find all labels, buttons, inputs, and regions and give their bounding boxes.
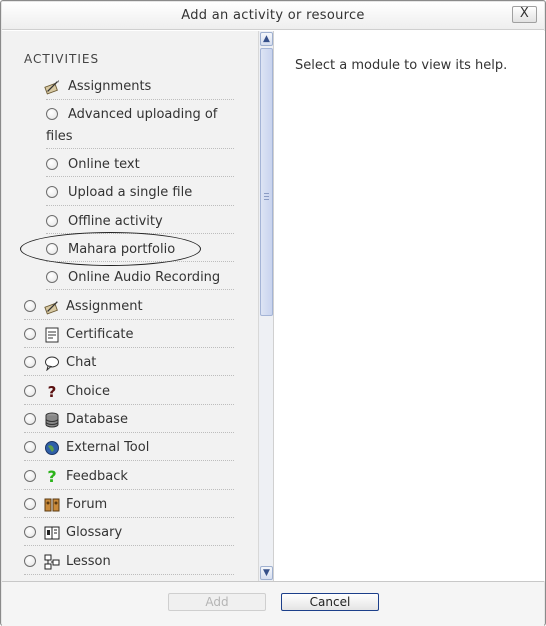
lesson-icon — [44, 554, 60, 570]
subtype-label-continued: files — [46, 129, 73, 144]
module-list-pane: ACTIVITIES Assignments Advanced uploadin… — [2, 31, 258, 581]
dialog-titlebar: Add an activity or resource X — [2, 2, 544, 30]
cancel-button[interactable]: Cancel — [281, 593, 379, 611]
radio-button[interactable] — [24, 441, 36, 453]
glossary-icon — [44, 526, 60, 540]
scroll-down-button[interactable]: ▼ — [260, 566, 273, 580]
separator — [46, 205, 234, 206]
module-label: External Tool — [66, 440, 150, 455]
radio-button[interactable] — [24, 328, 36, 340]
chevron-down-icon: ▼ — [263, 568, 270, 578]
radio-button[interactable] — [46, 186, 58, 198]
add-activity-dialog: Add an activity or resource X ACTIVITIES… — [0, 0, 546, 626]
radio-button[interactable] — [46, 158, 58, 170]
module-label: Assignment — [66, 299, 143, 314]
radio-button[interactable] — [24, 385, 36, 397]
chevron-up-icon: ▲ — [263, 34, 270, 44]
external-tool-icon — [45, 441, 59, 455]
module-label: Forum — [66, 497, 108, 512]
database-icon — [45, 412, 59, 428]
separator — [46, 148, 234, 149]
separator — [24, 319, 234, 320]
module-label: Certificate — [66, 327, 134, 342]
certificate-icon — [45, 327, 59, 343]
radio-button[interactable] — [24, 555, 36, 567]
module-label: Choice — [66, 384, 111, 399]
radio-button[interactable] — [24, 300, 36, 312]
add-button[interactable]: Add — [168, 593, 266, 611]
module-label: Glossary — [66, 525, 123, 540]
separator — [24, 489, 234, 490]
module-label: Chat — [66, 355, 97, 370]
radio-button[interactable] — [24, 526, 36, 538]
separator — [24, 460, 234, 461]
radio-button[interactable] — [24, 413, 36, 425]
assignments-group-label: Assignments — [68, 79, 152, 94]
dialog-footer: Add Cancel — [2, 581, 544, 626]
separator — [24, 347, 234, 348]
assignment-icon — [44, 79, 60, 95]
separator — [46, 289, 234, 290]
separator — [46, 176, 234, 177]
subtype-label: Advanced uploading of — [68, 107, 218, 122]
radio-button[interactable] — [24, 470, 36, 482]
module-label: Database — [66, 412, 129, 427]
scrollbar-grip-icon — [264, 193, 269, 200]
forum-icon — [44, 498, 60, 512]
highlight-ellipse — [20, 232, 201, 266]
radio-button[interactable] — [46, 215, 58, 227]
activities-heading: ACTIVITIES — [24, 52, 100, 66]
radio-button[interactable] — [46, 271, 58, 283]
close-icon: X — [519, 6, 530, 21]
dialog-title: Add an activity or resource — [181, 8, 365, 23]
separator — [24, 404, 234, 405]
subtype-label: Offline activity — [68, 214, 163, 229]
subtype-label: Online Audio Recording — [68, 270, 221, 285]
close-button[interactable]: X — [512, 6, 537, 23]
feedback-icon: ? — [47, 467, 57, 486]
module-label: Lesson — [66, 554, 111, 569]
subtype-label: Upload a single file — [68, 185, 193, 200]
separator — [24, 517, 234, 518]
radio-button[interactable] — [24, 498, 36, 510]
help-pane: Select a module to view its help. — [275, 31, 545, 581]
separator — [24, 432, 234, 433]
separator — [24, 545, 234, 546]
scroll-up-button[interactable]: ▲ — [260, 32, 273, 46]
separator — [46, 99, 234, 100]
assignment-icon — [44, 301, 58, 315]
chat-icon — [45, 356, 59, 371]
separator — [24, 574, 234, 575]
radio-button[interactable] — [24, 356, 36, 368]
scrollbar-thumb[interactable] — [260, 48, 273, 316]
module-label: Feedback — [66, 469, 128, 484]
module-list-scrollbar[interactable]: ▲ ▼ — [258, 31, 274, 581]
radio-button[interactable] — [46, 108, 58, 120]
separator — [24, 375, 234, 376]
subtype-label: Online text — [68, 157, 140, 172]
help-text: Select a module to view its help. — [295, 58, 508, 73]
choice-icon: ? — [47, 383, 57, 401]
